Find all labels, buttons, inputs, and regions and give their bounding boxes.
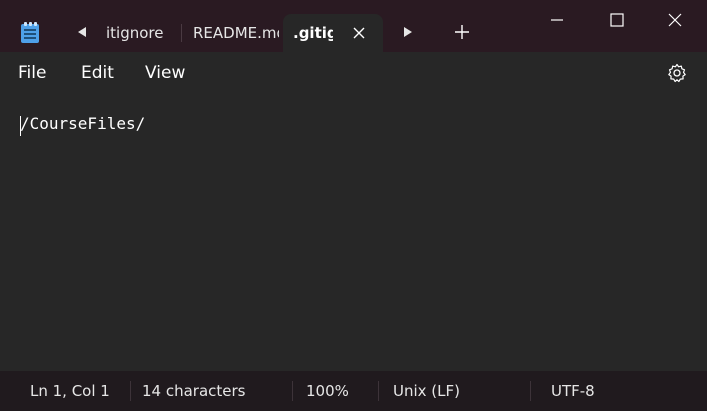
- status-characters[interactable]: 14 characters: [142, 371, 246, 411]
- menu-bar: File Edit View: [0, 52, 707, 94]
- chevron-left-icon[interactable]: [72, 22, 92, 42]
- close-window-icon[interactable]: [646, 0, 704, 40]
- tab-label: itignore: [106, 24, 164, 42]
- status-divider: [530, 381, 531, 401]
- menu-file[interactable]: File: [18, 52, 46, 94]
- status-divider: [378, 381, 379, 401]
- title-bar: itignore README.md .gitignore: [0, 0, 707, 52]
- menu-edit[interactable]: Edit: [81, 52, 114, 94]
- editor-content[interactable]: /CourseFiles/: [20, 114, 145, 133]
- status-divider: [130, 381, 131, 401]
- tab-label: .gitignore: [293, 24, 333, 42]
- status-encoding[interactable]: UTF-8: [551, 371, 595, 411]
- minimize-icon[interactable]: [528, 0, 586, 40]
- text-caret: [20, 116, 21, 136]
- status-zoom[interactable]: 100%: [306, 371, 349, 411]
- tab-separator: [181, 24, 182, 42]
- text-editor[interactable]: /CourseFiles/: [0, 94, 707, 371]
- status-bar: Ln 1, Col 1 14 characters 100% Unix (LF)…: [0, 371, 707, 411]
- status-position[interactable]: Ln 1, Col 1: [30, 371, 110, 411]
- notepad-icon: [20, 22, 40, 44]
- tab-itignore[interactable]: itignore: [106, 14, 176, 52]
- tab-readme[interactable]: README.md: [193, 14, 279, 52]
- tab-label: README.md: [193, 24, 279, 42]
- maximize-icon[interactable]: [588, 0, 646, 40]
- close-icon[interactable]: [351, 25, 367, 41]
- tab-gitignore[interactable]: .gitignore: [283, 14, 383, 52]
- status-line-ending[interactable]: Unix (LF): [393, 371, 460, 411]
- status-divider: [292, 381, 293, 401]
- plus-icon[interactable]: [452, 22, 472, 42]
- chevron-right-icon[interactable]: [398, 22, 418, 42]
- gear-icon[interactable]: [667, 63, 687, 83]
- menu-view[interactable]: View: [145, 52, 185, 94]
